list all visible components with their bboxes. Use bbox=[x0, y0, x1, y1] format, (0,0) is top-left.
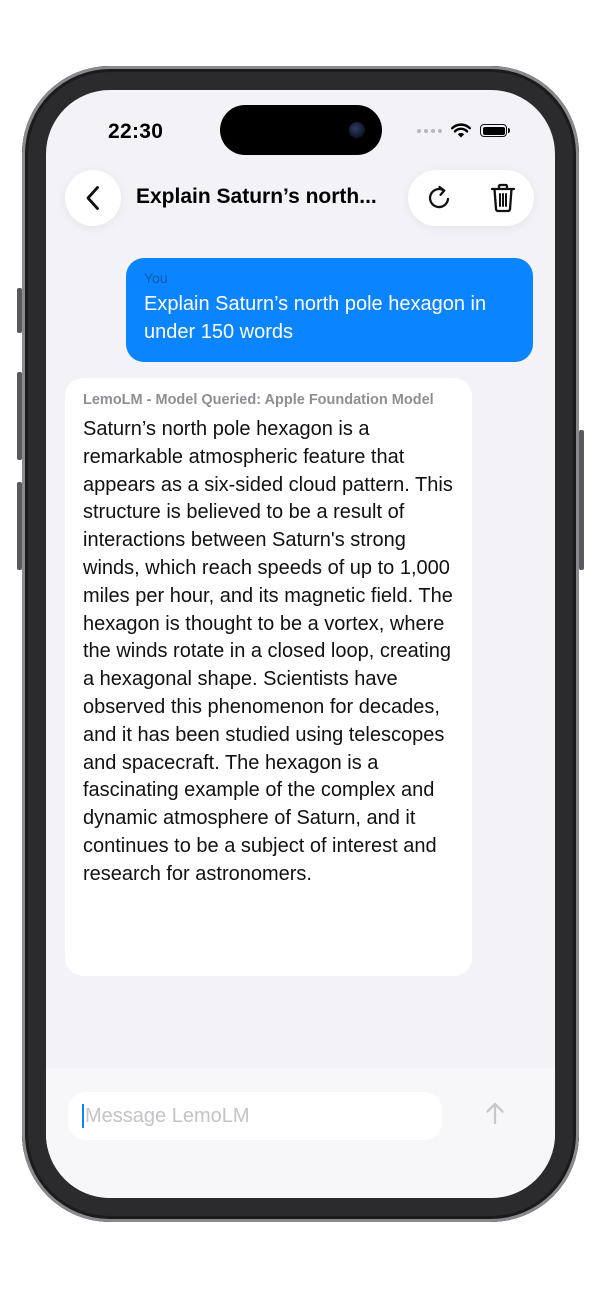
conversation-title: Explain Saturn’s north... bbox=[136, 185, 377, 208]
message-input-placeholder: Message LemoLM bbox=[85, 1104, 250, 1127]
battery-icon bbox=[480, 124, 510, 137]
model-label: LemoLM - Model Queried: Apple Foundation… bbox=[83, 392, 434, 408]
chevron-left-icon bbox=[86, 186, 99, 210]
user-message-bubble[interactable]: You Explain Saturn’s north pole hexagon … bbox=[126, 258, 533, 362]
power-button bbox=[579, 430, 584, 570]
volume-up-button bbox=[17, 372, 22, 460]
signal-dots-icon bbox=[417, 128, 442, 133]
navigation-bar: Explain Saturn’s north... bbox=[46, 168, 555, 228]
delete-button[interactable] bbox=[471, 170, 534, 226]
message-sender-label: You bbox=[144, 270, 168, 286]
refresh-icon bbox=[428, 185, 449, 209]
status-icons bbox=[417, 123, 510, 138]
wifi-icon bbox=[451, 123, 471, 138]
app-screen: 22:30 Explain Saturn’s north... You Expl… bbox=[46, 90, 555, 1198]
regenerate-button[interactable] bbox=[408, 170, 471, 226]
trash-icon bbox=[490, 183, 515, 213]
text-caret bbox=[82, 1104, 84, 1128]
camera-icon bbox=[349, 122, 365, 138]
volume-down-button bbox=[17, 482, 22, 570]
nav-actions bbox=[408, 170, 534, 226]
arrow-up-icon bbox=[486, 1102, 504, 1125]
message-composer: Message LemoLM bbox=[46, 1068, 555, 1198]
assistant-message-bubble[interactable]: LemoLM - Model Queried: Apple Foundation… bbox=[65, 378, 472, 976]
silent-switch bbox=[17, 288, 22, 333]
message-text: Explain Saturn’s north pole hexagon in u… bbox=[144, 293, 487, 343]
message-text: Saturn’s north pole hexagon is a remarka… bbox=[83, 418, 453, 885]
message-input[interactable]: Message LemoLM bbox=[68, 1092, 442, 1140]
status-bar: 22:30 bbox=[46, 90, 555, 170]
back-button[interactable] bbox=[65, 170, 121, 226]
send-button[interactable] bbox=[474, 1092, 516, 1134]
status-time: 22:30 bbox=[108, 120, 164, 143]
dynamic-island bbox=[220, 105, 382, 155]
